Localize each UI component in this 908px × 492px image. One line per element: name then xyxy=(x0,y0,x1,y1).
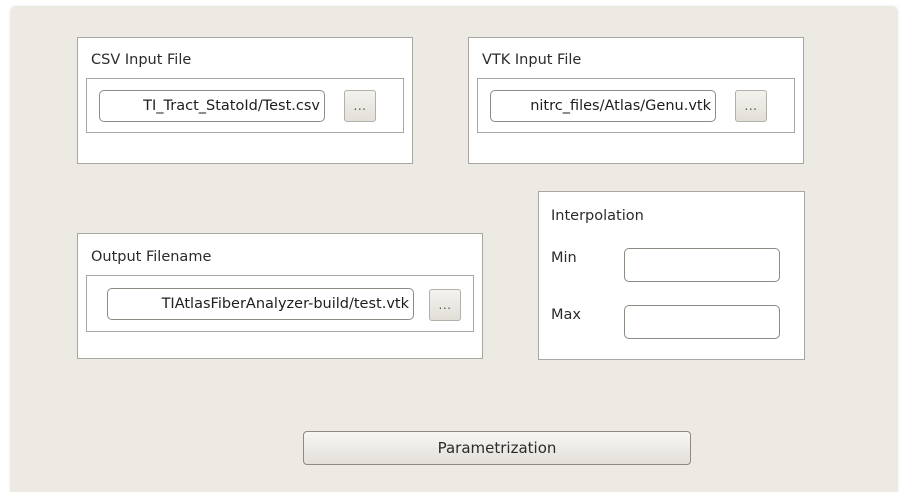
main-window: CSV Input File TI_Tract_StatoId/Test.csv… xyxy=(10,6,898,492)
max-input[interactable] xyxy=(624,305,780,339)
min-label: Min xyxy=(551,250,577,266)
csv-input-frame: TI_Tract_StatoId/Test.csv ... xyxy=(86,78,404,133)
output-filename-frame: TIAtlasFiberAnalyzer-build/test.vtk ... xyxy=(86,275,474,332)
output-filename-group: Output Filename TIAtlasFiberAnalyzer-bui… xyxy=(77,233,483,359)
csv-path-field[interactable]: TI_Tract_StatoId/Test.csv xyxy=(99,90,325,122)
max-label: Max xyxy=(551,307,581,323)
vtk-path-value: nitrc_files/Atlas/Genu.vtk xyxy=(530,98,711,114)
output-browse-button[interactable]: ... xyxy=(429,289,461,321)
output-filename-title: Output Filename xyxy=(91,249,212,265)
vtk-input-title: VTK Input File xyxy=(482,52,582,68)
min-input[interactable] xyxy=(624,248,780,282)
output-path-field[interactable]: TIAtlasFiberAnalyzer-build/test.vtk xyxy=(107,288,414,320)
vtk-input-group: VTK Input File nitrc_files/Atlas/Genu.vt… xyxy=(468,37,804,164)
csv-input-title: CSV Input File xyxy=(91,52,192,68)
vtk-browse-button[interactable]: ... xyxy=(735,90,767,122)
vtk-path-field[interactable]: nitrc_files/Atlas/Genu.vtk xyxy=(490,90,716,122)
csv-input-group: CSV Input File TI_Tract_StatoId/Test.csv… xyxy=(77,37,413,164)
parametrization-button[interactable]: Parametrization xyxy=(303,431,691,465)
output-path-value: TIAtlasFiberAnalyzer-build/test.vtk xyxy=(161,296,409,312)
interpolation-title: Interpolation xyxy=(551,208,644,224)
csv-browse-button[interactable]: ... xyxy=(344,90,376,122)
vtk-input-frame: nitrc_files/Atlas/Genu.vtk ... xyxy=(477,78,795,133)
csv-path-value: TI_Tract_StatoId/Test.csv xyxy=(143,98,320,114)
interpolation-group: Interpolation Min Max xyxy=(538,191,805,360)
